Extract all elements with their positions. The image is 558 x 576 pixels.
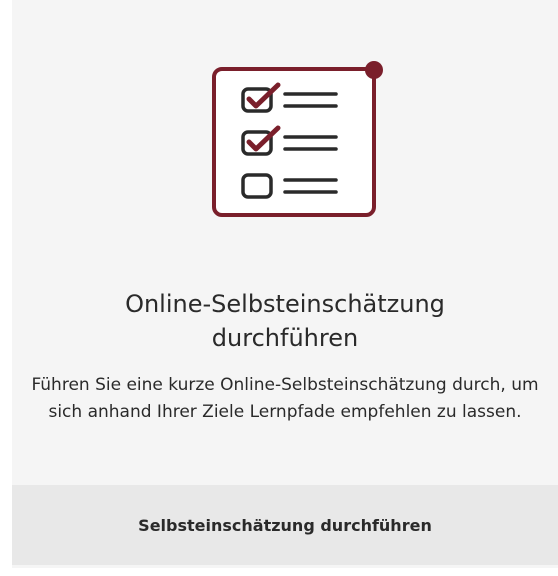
card-description: Führen Sie eine kurze Online-Selbsteinsc… (31, 375, 539, 422)
checklist-icon (200, 52, 390, 224)
assessment-card: Online-Selbsteinschätzung durchführen Fü… (12, 0, 558, 568)
start-assessment-button[interactable]: Selbsteinschätzung durchführen (12, 485, 558, 565)
card-title: Online-Selbsteinschätzung durchführen (125, 290, 445, 352)
